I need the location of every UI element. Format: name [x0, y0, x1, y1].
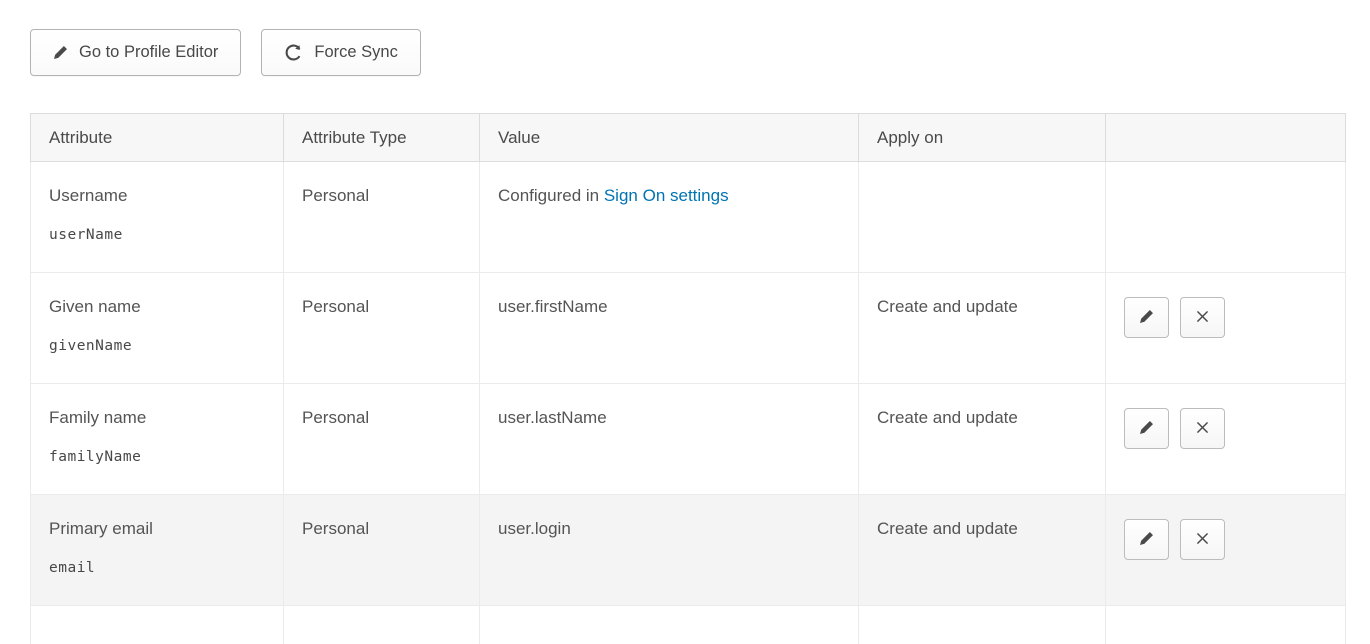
table-header: Attribute Attribute Type Value Apply on — [31, 114, 1346, 162]
apply-on: Create and update — [877, 408, 1018, 427]
mapping-expression: user.firstName — [498, 297, 608, 316]
apply-on-cell: Create and update — [859, 495, 1106, 606]
attribute-type-cell: Personal — [284, 162, 480, 273]
pencil-icon — [53, 45, 68, 60]
edit-mapping-button[interactable] — [1124, 297, 1169, 338]
attribute-label: Family name — [49, 408, 265, 428]
attribute-cell: Primary email email — [31, 495, 284, 606]
attribute-label: Given name — [49, 297, 265, 317]
value-cell: user.login — [480, 495, 859, 606]
attribute-type-cell: Personal — [284, 384, 480, 495]
pencil-icon — [1139, 531, 1154, 549]
header-attribute-type: Attribute Type — [284, 114, 480, 162]
header-value: Value — [480, 114, 859, 162]
attribute-type-cell: Personal — [284, 273, 480, 384]
attribute-type: Personal — [302, 519, 369, 538]
sign-on-settings-link[interactable]: Sign On settings — [604, 186, 729, 205]
attribute-type: Personal — [302, 408, 369, 427]
attribute-label: Username — [49, 186, 265, 206]
apply-on-cell: Create and update — [859, 384, 1106, 495]
close-icon — [1196, 421, 1209, 437]
attribute-type: Personal — [302, 297, 369, 316]
table-row: Primary email email Personal user.login … — [31, 495, 1346, 606]
attribute-label: Primary email — [49, 519, 265, 539]
go-to-profile-editor-button[interactable]: Go to Profile Editor — [30, 29, 241, 76]
apply-on-cell — [859, 162, 1106, 273]
value-cell: user.firstName — [480, 273, 859, 384]
attribute-cell: Given name givenName — [31, 273, 284, 384]
header-attribute: Attribute — [31, 114, 284, 162]
force-sync-label: Force Sync — [314, 43, 397, 62]
refresh-icon — [284, 43, 303, 62]
actions-cell — [1106, 162, 1346, 273]
close-icon — [1196, 310, 1209, 326]
row-actions — [1124, 519, 1327, 560]
close-icon — [1196, 532, 1209, 548]
attribute-variable: givenName — [49, 338, 265, 354]
attribute-cell: Family name familyName — [31, 384, 284, 495]
attribute-cell: Username userName — [31, 162, 284, 273]
table-row: Family name familyName Personal user.las… — [31, 384, 1346, 495]
apply-on-cell: Create and update — [859, 273, 1106, 384]
pencil-icon — [1139, 309, 1154, 327]
value-cell: Configured in Sign On settings — [480, 162, 859, 273]
attribute-variable: email — [49, 560, 265, 576]
row-actions — [1124, 297, 1327, 338]
edit-mapping-button[interactable] — [1124, 519, 1169, 560]
apply-on: Create and update — [877, 297, 1018, 316]
attribute-type: Personal — [302, 186, 369, 205]
attribute-variable: userName — [49, 227, 265, 243]
row-actions — [1124, 408, 1327, 449]
force-sync-button[interactable]: Force Sync — [261, 29, 420, 76]
value-cell: user.lastName — [480, 384, 859, 495]
table-row: Given name givenName Personal user.first… — [31, 273, 1346, 384]
delete-mapping-button[interactable] — [1180, 408, 1225, 449]
actions-cell — [1106, 384, 1346, 495]
table-body: Username userName Personal Configured in… — [31, 162, 1346, 644]
header-apply-on: Apply on — [859, 114, 1106, 162]
edit-mapping-button[interactable] — [1124, 408, 1169, 449]
attribute-type-cell: Personal — [284, 495, 480, 606]
delete-mapping-button[interactable] — [1180, 297, 1225, 338]
mapping-expression: user.login — [498, 519, 571, 538]
header-row: Attribute Attribute Type Value Apply on — [31, 114, 1346, 162]
attribute-mappings-page: Go to Profile Editor Force Sync Attribut… — [0, 0, 1370, 644]
attribute-mapping-table: Attribute Attribute Type Value Apply on … — [30, 113, 1346, 644]
actions-cell — [1106, 495, 1346, 606]
toolbar: Go to Profile Editor Force Sync — [30, 29, 1345, 76]
header-actions — [1106, 114, 1346, 162]
go-to-profile-editor-label: Go to Profile Editor — [79, 43, 218, 62]
attribute-variable: familyName — [49, 449, 265, 465]
pencil-icon — [1139, 420, 1154, 438]
apply-on: Create and update — [877, 519, 1018, 538]
table-row: Username userName Personal Configured in… — [31, 162, 1346, 273]
actions-cell — [1106, 273, 1346, 384]
delete-mapping-button[interactable] — [1180, 519, 1225, 560]
empty-row — [31, 606, 1346, 644]
mapping-expression: user.lastName — [498, 408, 607, 427]
